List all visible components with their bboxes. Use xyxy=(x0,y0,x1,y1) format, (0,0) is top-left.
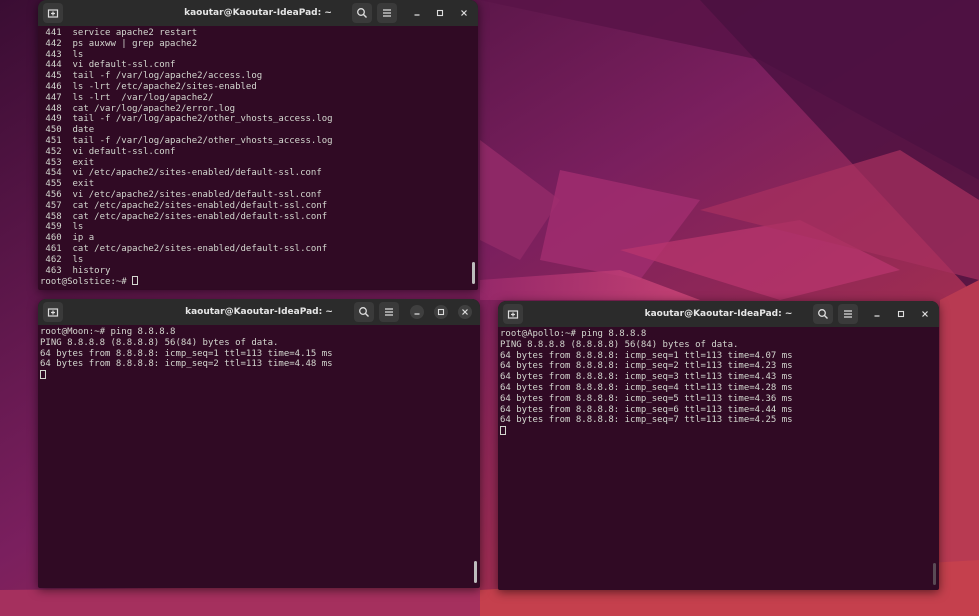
terminal-line: 64 bytes from 8.8.8.8: icmp_seq=5 ttl=11… xyxy=(500,393,793,404)
terminal-line: 453 exit xyxy=(40,157,95,168)
terminal-line: 449 tail -f /var/log/apache2/other_vhost… xyxy=(40,114,333,125)
terminal-line: 64 bytes from 8.8.8.8: icmp_seq=4 ttl=11… xyxy=(500,382,793,393)
terminal-line: 450 date xyxy=(40,125,95,136)
prompt-line[interactable] xyxy=(500,426,933,437)
close-button[interactable] xyxy=(457,6,471,20)
terminal-line: root@Apollo:~# ping 8.8.8.8 xyxy=(500,329,647,339)
title-bar[interactable]: kaoutar@Kaoutar-IdeaPad: ~ xyxy=(38,299,480,325)
minimize-button[interactable] xyxy=(410,305,424,319)
terminal-line: 459 ls xyxy=(40,222,84,233)
terminal-line: 64 bytes from 8.8.8.8: icmp_seq=3 ttl=11… xyxy=(500,372,793,383)
search-button[interactable] xyxy=(354,302,374,322)
new-tab-icon xyxy=(47,9,59,18)
hamburger-menu-icon xyxy=(844,310,852,318)
terminal-line: 447 ls -lrt /var/log/apache2/ xyxy=(40,92,214,103)
terminal-line: 454 vi /etc/apache2/sites-enabled/defaul… xyxy=(40,168,322,179)
scrollbar-thumb[interactable] xyxy=(933,563,936,585)
maximize-icon xyxy=(436,9,444,17)
shell-prompt: root@Solstice:~# xyxy=(40,277,133,288)
menu-button[interactable] xyxy=(838,304,858,324)
search-button[interactable] xyxy=(813,304,833,324)
terminal-line: 64 bytes from 8.8.8.8: icmp_seq=1 ttl=11… xyxy=(500,350,793,361)
hamburger-menu-icon xyxy=(383,9,391,17)
search-icon xyxy=(357,8,367,18)
terminal-line: 445 tail -f /var/log/apache2/access.log xyxy=(40,71,263,82)
close-icon xyxy=(461,10,467,16)
minimize-button[interactable] xyxy=(410,6,424,20)
terminal-line: 446 ls -lrt /etc/apache2/sites-enabled xyxy=(40,81,257,92)
text-cursor xyxy=(500,426,506,436)
new-tab-icon xyxy=(47,308,59,317)
terminal-window-moon[interactable]: kaoutar@Kaoutar-IdeaPad: ~ root@Moon:~# … xyxy=(38,299,480,588)
terminal-line: 461 cat /etc/apache2/sites-enabled/defau… xyxy=(40,243,328,254)
minimize-icon xyxy=(874,315,880,317)
search-button[interactable] xyxy=(352,3,372,23)
terminal-window-apollo[interactable]: kaoutar@Kaoutar-IdeaPad: ~ root@Apollo:~… xyxy=(498,301,939,590)
scrollbar-thumb[interactable] xyxy=(474,561,477,583)
terminal-line: 456 vi /etc/apache2/sites-enabled/defaul… xyxy=(40,189,322,200)
minimize-icon xyxy=(414,14,420,16)
terminal-line: 64 bytes from 8.8.8.8: icmp_seq=1 ttl=11… xyxy=(40,348,333,359)
terminal-line: 64 bytes from 8.8.8.8: icmp_seq=6 ttl=11… xyxy=(500,404,793,415)
prompt-line[interactable]: root@Solstice:~# xyxy=(40,276,472,287)
terminal-line: 462 ls xyxy=(40,254,84,265)
terminal-output[interactable]: root@Moon:~# ping 8.8.8.8 PING 8.8.8.8 (8… xyxy=(40,327,474,588)
terminal-window-solstice[interactable]: kaoutar@Kaoutar-IdeaPad: ~ 441 service a… xyxy=(38,0,478,290)
menu-button[interactable] xyxy=(377,3,397,23)
terminal-line: 64 bytes from 8.8.8.8: icmp_seq=2 ttl=11… xyxy=(500,361,793,372)
search-icon xyxy=(818,309,828,319)
text-cursor xyxy=(40,370,46,380)
maximize-button[interactable] xyxy=(894,307,908,321)
prompt-line[interactable] xyxy=(40,370,474,381)
terminal-line: root@Moon:~# ping 8.8.8.8 xyxy=(40,327,176,337)
terminal-line: 441 service apache2 restart xyxy=(40,28,198,38)
close-icon xyxy=(922,311,928,317)
terminal-line: 448 cat /var/log/apache2/error.log xyxy=(40,103,236,114)
text-cursor xyxy=(132,276,139,286)
terminal-line: 442 ps auxww | grep apache2 xyxy=(40,38,198,49)
maximize-button[interactable] xyxy=(433,6,447,20)
terminal-line: 460 ip a xyxy=(40,233,95,244)
terminal-output[interactable]: root@Apollo:~# ping 8.8.8.8 PING 8.8.8.8 … xyxy=(500,329,933,590)
maximize-icon xyxy=(437,308,445,316)
new-tab-button[interactable] xyxy=(503,304,523,324)
terminal-line: 463 history xyxy=(40,265,111,276)
hamburger-menu-icon xyxy=(385,308,393,316)
terminal-line: 458 cat /etc/apache2/sites-enabled/defau… xyxy=(40,211,328,222)
terminal-line: PING 8.8.8.8 (8.8.8.8) 56(84) bytes of d… xyxy=(500,339,739,350)
terminal-line: PING 8.8.8.8 (8.8.8.8) 56(84) bytes of d… xyxy=(40,337,279,348)
maximize-button[interactable] xyxy=(434,305,448,319)
close-button[interactable] xyxy=(458,305,472,319)
terminal-line: 451 tail -f /var/log/apache2/other_vhost… xyxy=(40,135,333,146)
title-bar[interactable]: kaoutar@Kaoutar-IdeaPad: ~ xyxy=(498,301,939,327)
terminal-line: 452 vi default-ssl.conf xyxy=(40,146,176,157)
new-tab-button[interactable] xyxy=(43,3,63,23)
new-tab-button[interactable] xyxy=(43,302,63,322)
terminal-line: 455 exit xyxy=(40,179,95,190)
search-icon xyxy=(359,307,369,317)
maximize-icon xyxy=(897,310,905,318)
minimize-button[interactable] xyxy=(870,307,884,321)
close-icon xyxy=(462,309,468,315)
new-tab-icon xyxy=(507,310,519,319)
scrollbar-thumb[interactable] xyxy=(472,262,475,284)
terminal-line: 457 cat /etc/apache2/sites-enabled/defau… xyxy=(40,200,328,211)
terminal-line: 64 bytes from 8.8.8.8: icmp_seq=2 ttl=11… xyxy=(40,359,333,370)
terminal-line: 443 ls xyxy=(40,49,84,60)
terminal-line: 444 vi default-ssl.conf xyxy=(40,60,176,71)
terminal-output[interactable]: 441 service apache2 restart 442 ps auxww… xyxy=(40,28,472,290)
terminal-line: 64 bytes from 8.8.8.8: icmp_seq=7 ttl=11… xyxy=(500,415,793,426)
menu-button[interactable] xyxy=(379,302,399,322)
close-button[interactable] xyxy=(918,307,932,321)
minimize-icon xyxy=(414,313,420,315)
title-bar[interactable]: kaoutar@Kaoutar-IdeaPad: ~ xyxy=(38,0,478,26)
